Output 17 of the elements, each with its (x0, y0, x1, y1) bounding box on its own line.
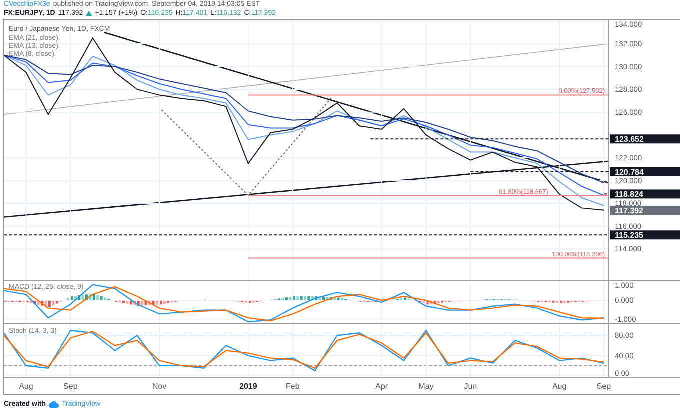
price-tag: 120.784 (610, 167, 680, 177)
dashed-level-line (604, 194, 610, 195)
axis-label: Aug (19, 382, 34, 391)
axis-label: Jun (464, 382, 478, 391)
axis-label: Sep (64, 382, 78, 391)
axis-label: Sep (596, 382, 612, 391)
axis-label: Aug (552, 382, 567, 391)
cloud-logo-icon (49, 400, 60, 408)
price-tag: 123.652 (610, 134, 680, 144)
axis-label: May (418, 382, 434, 391)
axis-label: Apr (376, 382, 388, 391)
axis-label: Feb (286, 382, 300, 391)
axis-label: Nov (152, 382, 167, 391)
price-tag: 118.824 (610, 190, 680, 200)
price-tag: 115.235 (610, 230, 680, 240)
last-price-tag: 117.392 (610, 206, 680, 216)
axis-label: 2019 (240, 382, 258, 391)
